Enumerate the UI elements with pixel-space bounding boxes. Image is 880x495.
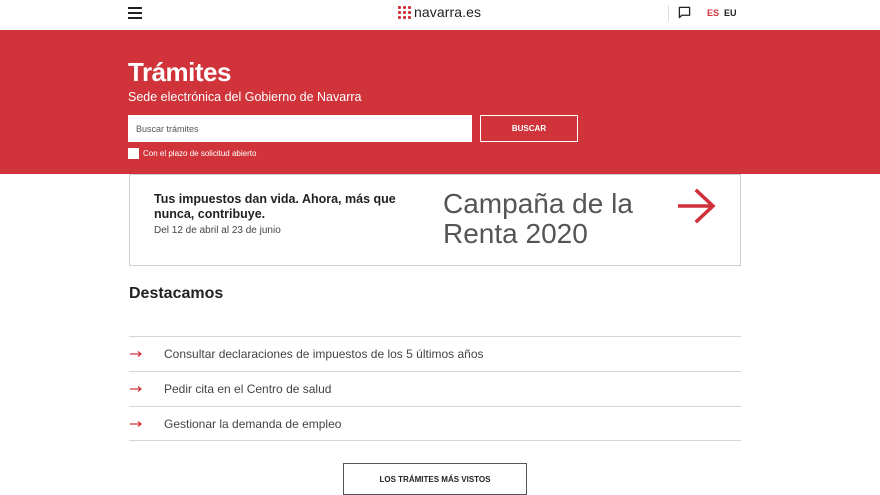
list-item[interactable]: Pedir cita en el Centro de salud [129,371,741,406]
chat-icon[interactable] [678,6,691,19]
page-subtitle: Sede electrónica del Gobierno de Navarra [128,90,362,104]
arrow-right-icon [130,386,142,392]
list-item[interactable]: Gestionar la demanda de empleo [129,406,741,441]
campaign-dates: Del 12 de abril al 23 de junio [154,225,281,236]
campaign-banner[interactable]: Tus impuestos dan vida. Ahora, más que n… [129,174,741,266]
page-title: Trámites [128,57,231,87]
arrow-right-icon[interactable] [678,188,716,224]
list-item-label: Pedir cita en el Centro de salud [164,382,332,396]
list-item-label: Gestionar la demanda de empleo [164,416,342,431]
list-item-label: Consultar declaraciones de impuestos de … [164,347,484,361]
search-button[interactable]: BUSCAR [480,115,578,142]
hero-banner: Trámites Sede electrónica del Gobierno d… [0,30,880,174]
header-divider [668,5,669,21]
featured-title: Destacamos [129,285,224,302]
logo-dots-icon [398,5,411,19]
open-deadline-filter: Con el plazo de solicitud abierto [128,148,256,159]
open-deadline-checkbox[interactable] [128,148,139,159]
search-input[interactable] [128,115,472,142]
most-viewed-button[interactable]: LOS TRÁMITES MÁS VISTOS [343,463,527,495]
logo-text: navarra.es [414,4,482,20]
open-deadline-label: Con el plazo de solicitud abierto [143,149,257,158]
campaign-title-line1: Campaña de la [443,188,633,219]
campaign-title-line2: Renta 2020 [443,218,588,249]
language-es[interactable]: ES [707,8,719,18]
featured-list: Consultar declaraciones de impuestos de … [129,336,741,441]
arrow-right-icon [130,351,142,357]
hamburger-menu-icon[interactable] [128,7,142,19]
campaign-title: Campaña de la Renta 2020 [443,189,633,249]
site-logo[interactable]: navarra.es [398,3,481,21]
language-eu[interactable]: EU [724,8,737,18]
list-item[interactable]: Consultar declaraciones de impuestos de … [129,336,741,371]
campaign-headline: Tus impuestos dan vida. Ahora, más que n… [154,192,396,221]
top-bar: navarra.es ES EU [0,0,880,30]
arrow-right-icon [130,420,142,427]
